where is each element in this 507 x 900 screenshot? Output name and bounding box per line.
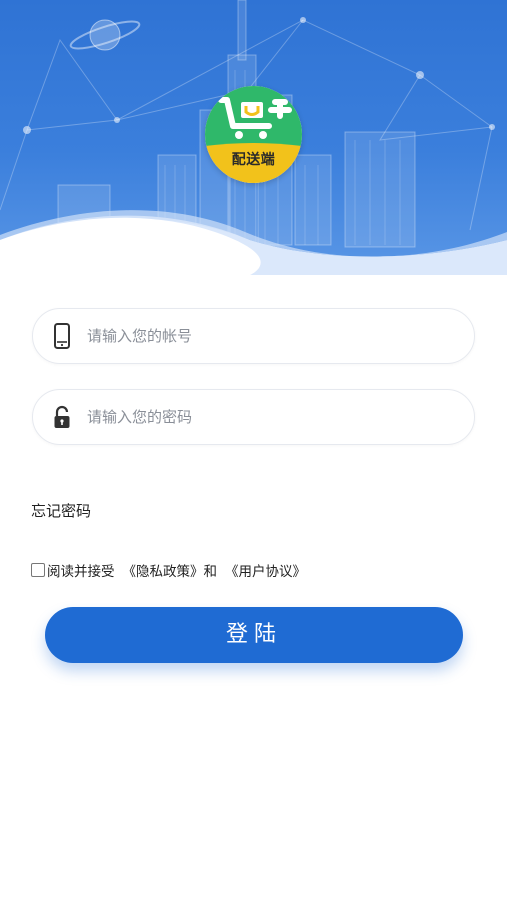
lock-icon xyxy=(54,405,70,428)
privacy-policy-link[interactable]: 《隐私政策》 xyxy=(123,560,204,580)
agreement-prefix: 阅读并接受 xyxy=(47,564,115,580)
phone-icon xyxy=(54,323,70,349)
account-input[interactable] xyxy=(87,309,457,363)
password-field[interactable] xyxy=(32,389,475,445)
user-agreement-link[interactable]: 《用户协议》 xyxy=(225,560,306,580)
agree-checkbox[interactable] xyxy=(31,563,45,577)
planet-icon xyxy=(69,19,141,51)
agreement-row: 阅读并接受 《隐私政策》 和 《用户协议》 xyxy=(31,560,306,580)
app-logo: 配送端 xyxy=(205,86,302,183)
password-input[interactable] xyxy=(87,390,457,444)
agreement-and: 和 xyxy=(203,564,218,580)
login-button[interactable]: 登陆 xyxy=(45,607,463,663)
header-banner: 配送端 xyxy=(0,0,507,275)
forgot-password-link[interactable]: 忘记密码 xyxy=(31,500,91,521)
account-field[interactable] xyxy=(32,308,475,364)
logo-label: 配送端 xyxy=(231,152,276,168)
